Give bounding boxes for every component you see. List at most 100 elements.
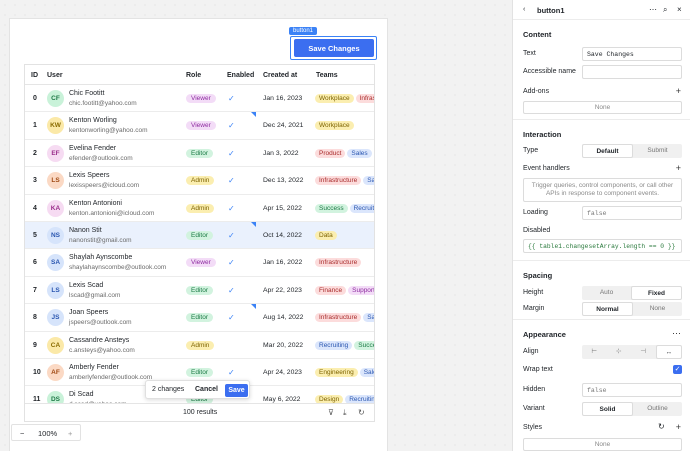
text-input[interactable]: Save Changes: [582, 47, 682, 61]
teams-cell[interactable]: Data: [315, 230, 374, 240]
user-name: Di Scad: [69, 391, 94, 399]
role-badge[interactable]: Admin: [186, 203, 215, 213]
align-left-icon[interactable]: ⊢: [582, 345, 607, 359]
header-user[interactable]: User: [47, 72, 63, 79]
header-role[interactable]: Role: [186, 72, 201, 79]
align-stretch-icon[interactable]: ↔: [655, 345, 682, 359]
save-button[interactable]: Save: [225, 384, 248, 397]
role-badge[interactable]: Admin: [186, 176, 215, 186]
text-label: Text: [523, 50, 536, 57]
canvas[interactable]: button1 Save Changes ID User Role Enable…: [0, 0, 512, 451]
zoom-in-button[interactable]: +: [68, 429, 72, 438]
margin-normal[interactable]: Normal: [582, 302, 633, 316]
table-row[interactable]: 4 KA Kenton Antonioni kenton.antonioni@iclo…: [25, 195, 374, 222]
back-icon[interactable]: ‹: [523, 6, 525, 13]
enabled-check-icon[interactable]: ✓: [228, 94, 235, 103]
row-id: 7: [33, 286, 37, 294]
interaction-section: Interaction Type Default Submit Event ha…: [513, 120, 690, 261]
row-id: 10: [33, 368, 41, 376]
type-default[interactable]: Default: [582, 144, 633, 158]
header-id[interactable]: ID: [31, 72, 38, 79]
enabled-check-icon[interactable]: ✓: [228, 121, 235, 130]
teams-cell[interactable]: EngineeringSales: [315, 367, 374, 377]
zoom-out-button[interactable]: −: [20, 429, 24, 438]
search-icon[interactable]: ⌕: [663, 5, 667, 15]
enabled-check-icon[interactable]: ✓: [228, 149, 235, 158]
enabled-check-icon[interactable]: ✓: [228, 313, 235, 322]
component-name[interactable]: button1: [537, 6, 565, 15]
role-badge[interactable]: Viewer: [186, 94, 216, 103]
team-badge: Success: [354, 340, 374, 350]
more-icon[interactable]: ⋯: [649, 5, 657, 14]
appearance-more-icon[interactable]: ⋯: [672, 328, 681, 339]
role-badge[interactable]: Editor: [186, 313, 213, 323]
user-name: Kenton Antonioni: [69, 199, 122, 207]
enabled-check-icon[interactable]: ✓: [228, 368, 235, 377]
save-changes-button[interactable]: Save Changes: [294, 39, 374, 57]
teams-cell[interactable]: InfrastructureSales: [315, 313, 374, 323]
table-header: ID User Role Enabled Created at Teams: [25, 65, 374, 85]
role-badge[interactable]: Viewer: [186, 121, 216, 131]
enabled-check-icon[interactable]: ✓: [228, 231, 235, 240]
table-row[interactable]: 9 CA Cassandre Ansteys c.ansteys@yahoo.com A…: [25, 332, 374, 359]
align-right-icon[interactable]: ⊣: [631, 345, 656, 359]
add-style-icon[interactable]: +: [676, 422, 681, 432]
enabled-check-icon[interactable]: ✓: [228, 286, 235, 295]
header-teams[interactable]: Teams: [316, 72, 338, 79]
event-handlers-hint[interactable]: Trigger queries, control components, or …: [523, 178, 682, 202]
disabled-input[interactable]: {{ table1.changesetArray.length == 0 }}: [523, 239, 682, 253]
user-email: shaylahaynscombe@outlook.com: [69, 264, 167, 272]
accessible-name-input[interactable]: [582, 65, 682, 79]
role-badge[interactable]: Editor: [186, 148, 213, 158]
add-event-icon[interactable]: +: [676, 163, 681, 173]
add-addon-icon[interactable]: +: [676, 86, 681, 96]
enabled-check-icon[interactable]: ✓: [228, 204, 235, 213]
filter-icon[interactable]: ⊽: [328, 408, 334, 417]
wrap-text-checkbox[interactable]: ✓: [673, 365, 682, 374]
addons-none: None: [523, 101, 682, 114]
margin-none[interactable]: None: [633, 302, 682, 316]
enabled-check-icon[interactable]: ✓: [228, 176, 235, 185]
teams-cell[interactable]: Infrastructure: [315, 258, 374, 268]
teams-cell[interactable]: RecruitingSuccess: [315, 340, 374, 350]
role-badge[interactable]: Admin: [186, 340, 215, 350]
variant-outline[interactable]: Outline: [633, 402, 682, 416]
hidden-input[interactable]: false: [582, 383, 682, 397]
height-auto[interactable]: Auto: [582, 286, 631, 300]
role-badge[interactable]: Editor: [186, 285, 213, 295]
enabled-check-icon[interactable]: ✓: [228, 258, 235, 267]
zoom-control: − 100% +: [11, 424, 81, 441]
role-badge[interactable]: Editor: [186, 230, 213, 240]
refresh-icon[interactable]: ↻: [358, 408, 365, 417]
type-submit[interactable]: Submit: [633, 144, 682, 158]
reset-styles-icon[interactable]: ↻: [658, 422, 665, 431]
height-fixed[interactable]: Fixed: [631, 286, 682, 300]
teams-cell[interactable]: InfrastructureSales: [315, 176, 374, 186]
role-badge[interactable]: Viewer: [186, 258, 216, 268]
align-center-icon[interactable]: ⊹: [607, 345, 632, 359]
table-row[interactable]: 3 LS Lexis Speers lexisspeers@icloud.com Adm…: [25, 167, 374, 195]
table-row[interactable]: 2 EF Evelina Fender efender@outlook.com Edit…: [25, 140, 374, 168]
teams-cell[interactable]: Workplace: [315, 121, 374, 131]
role-badge[interactable]: Editor: [186, 367, 213, 377]
row-id: 9: [33, 341, 37, 349]
teams-cell[interactable]: Finance Support: [315, 285, 374, 295]
variant-solid[interactable]: Solid: [582, 402, 633, 416]
results-count: 100 results: [183, 409, 218, 416]
close-icon[interactable]: ×: [677, 5, 682, 14]
teams-cell[interactable]: Product Sales: [315, 148, 374, 158]
table-row[interactable]: 7 LS Lexis Scad lscad@gmail.com Editor ✓ Apr 2…: [25, 277, 374, 305]
download-icon[interactable]: ⤓: [343, 408, 347, 418]
header-created[interactable]: Created at: [263, 72, 297, 79]
cancel-button[interactable]: Cancel: [195, 386, 218, 393]
loading-input[interactable]: false: [582, 206, 682, 220]
table-row[interactable]: 8 JS Joan Speers jspeers@outlook.com Editor ✓…: [25, 304, 374, 332]
table-row[interactable]: 0 CF Chic Footitt chic.footitt@yahoo.com Vie…: [25, 85, 374, 113]
table-row[interactable]: 1 KW Kenton Worling kentonworling@yahoo.com…: [25, 112, 374, 140]
table-row[interactable]: 5 NS Nanon Stit nanonstit@gmail.com Editor ✓ O…: [25, 221, 374, 250]
avatar: KA: [47, 199, 64, 217]
header-enabled[interactable]: Enabled: [227, 72, 254, 79]
table-row[interactable]: 6 SA Shaylah Aynscombe shaylahaynscombe@out…: [25, 249, 374, 277]
teams-cell[interactable]: WorkplaceInfrastructure: [315, 94, 374, 103]
teams-cell[interactable]: SuccessRecruiting: [315, 203, 374, 213]
